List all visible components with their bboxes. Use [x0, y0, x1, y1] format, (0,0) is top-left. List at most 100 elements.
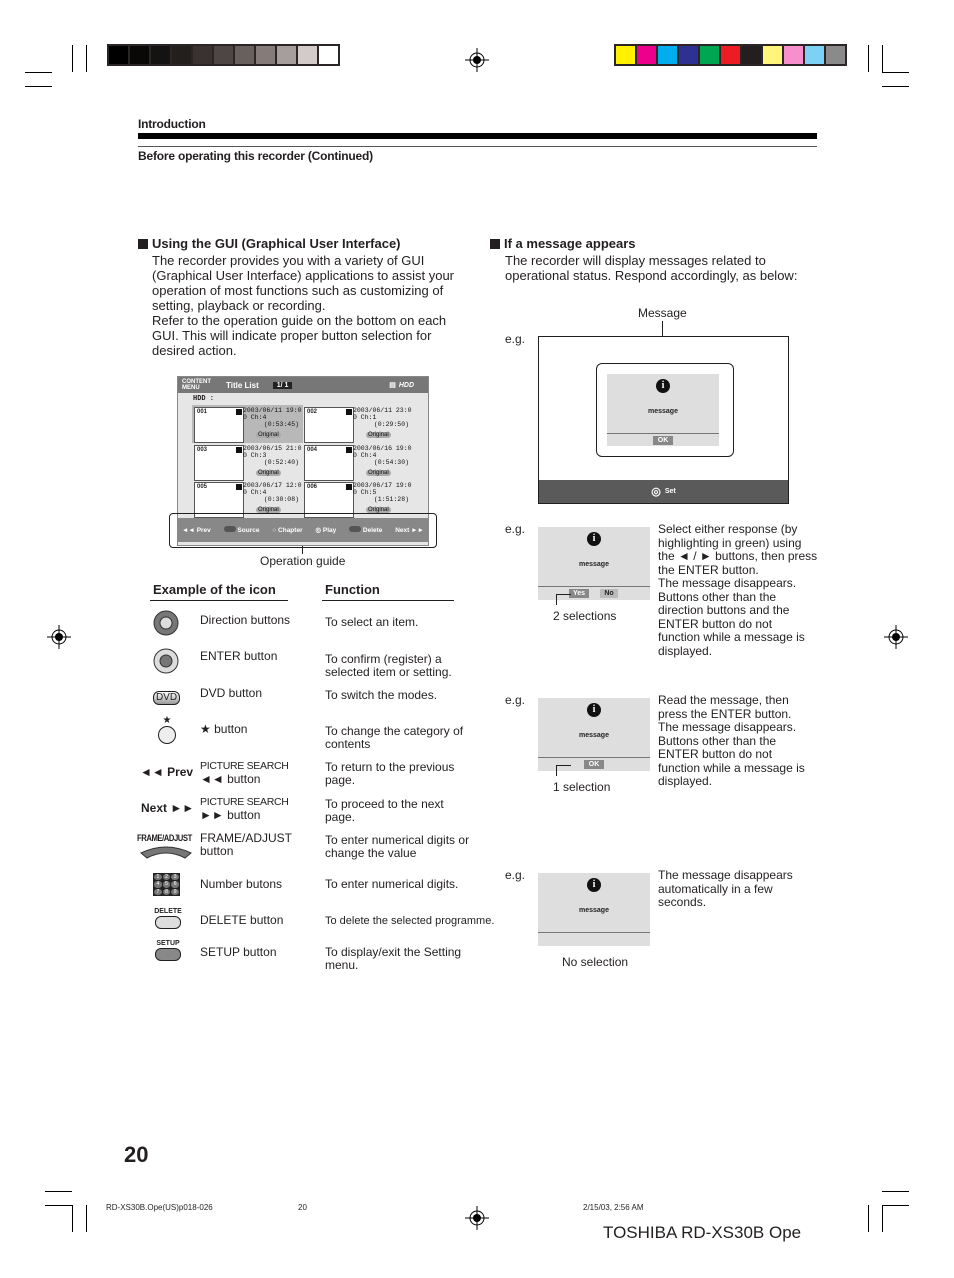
number-key: 8 [162, 888, 171, 895]
title-info: 2003/06/17 19:0 0 Ch:5 (1:51:28) [353, 482, 412, 503]
title-info: 2003/06/11 19:0 0 Ch:4 (0:53:45) [243, 407, 302, 428]
operation-guide-caption: Operation guide [260, 554, 346, 568]
number-key: 7 [154, 888, 162, 895]
crop-mark [45, 1205, 72, 1206]
message-text: message [579, 907, 609, 914]
text-line: the ◄ / ► buttons, then press [658, 549, 818, 563]
original-badge: Original [366, 432, 391, 438]
function-description: To confirm (register) a selected item or … [325, 653, 452, 678]
title-duration: (0:29:50) [373, 421, 409, 428]
number-key: 5 [162, 881, 171, 888]
page-indicator: 1/ 1 [272, 381, 293, 389]
title-thumbnail[interactable]: 001 [194, 407, 244, 443]
number-key: 9 [171, 888, 179, 895]
icon-label-line: ►► button [200, 808, 261, 822]
enter-pad-icon: ◎ [651, 486, 661, 498]
title-number: 004 [307, 447, 318, 453]
function-line: To display/exit the Setting [325, 945, 462, 959]
no-button[interactable]: No [600, 589, 618, 598]
round-button-shape [158, 726, 176, 744]
icon-label: FRAME/ADJUST button [200, 832, 292, 858]
eg-label: e.g. [505, 522, 526, 536]
crop-mark [86, 1205, 87, 1232]
info-icon: i [587, 703, 601, 717]
text-line: desired action. [152, 343, 237, 358]
title-list-title: Title List [226, 380, 259, 390]
icon-label: DELETE button [200, 914, 283, 927]
function-description: To delete the selected programme. [325, 915, 494, 928]
function-line: To proceed to the next [325, 797, 444, 811]
title-info: 2003/06/15 21:0 0 Ch:3 (0:52:40) [243, 445, 302, 466]
icon-label: Number butons [200, 878, 282, 891]
function-description: To select an item. [325, 616, 418, 629]
yes-button[interactable]: Yes [569, 589, 589, 598]
color-swatch [319, 46, 338, 64]
ok-button[interactable]: OK [653, 436, 673, 445]
function-line: page. [325, 772, 356, 787]
title-thumbnail[interactable]: 002 [304, 407, 354, 443]
registration-mark-icon [47, 625, 71, 649]
title-thumbnail[interactable]: 004 [304, 445, 354, 481]
selection-caption: 1 selection [553, 780, 611, 794]
callout-line [302, 546, 303, 554]
frame-adjust-icon: FRAME/ADJUST [137, 833, 197, 864]
setup-label: SETUP [156, 940, 180, 947]
protect-icon [346, 447, 352, 453]
bullet-square-icon [138, 238, 148, 249]
message-section-title-text: If a message appears [504, 236, 636, 251]
crop-mark [72, 45, 73, 72]
function-line: To change the category of [325, 724, 464, 738]
message-text: message [579, 561, 609, 568]
icon-label: DVD button [200, 687, 262, 700]
frame-adjust-label: FRAME/ADJUST [137, 833, 192, 843]
operation-guide-bracket [169, 513, 437, 548]
text-line: direction buttons and the [658, 603, 790, 617]
function-description: To change the category of contents [325, 725, 463, 750]
crop-mark [72, 1205, 73, 1232]
color-swatch [700, 46, 719, 64]
text-line: The recorder will display messages relat… [505, 253, 766, 268]
function-description: To switch the modes. [325, 689, 437, 702]
color-swatch [637, 46, 656, 64]
title-duration: (0:53:45) [263, 421, 299, 428]
footer-file-name: RD-XS30B.Ope(US)p018-026 [106, 1203, 213, 1212]
color-swatch [742, 46, 761, 64]
bullet-square-icon [490, 238, 500, 249]
source-label: HDD : [193, 395, 215, 403]
title-channel: 0 Ch:4 [243, 414, 267, 421]
message-text: message [579, 732, 609, 739]
device-label: HDD [398, 381, 414, 389]
dialog-separator [538, 932, 650, 933]
registration-mark-icon [465, 48, 489, 72]
number-buttons-icon: 123 456 789 [153, 873, 180, 896]
icon-label: ENTER button [200, 650, 277, 663]
title-date: 2003/06/11 23:0 [353, 407, 412, 414]
message-dialog: i message [538, 873, 650, 946]
title-date: 2003/06/16 19:0 [353, 445, 412, 452]
function-description: To enter numerical digits. [325, 878, 458, 891]
function-line: page. [325, 809, 356, 824]
number-key: 2 [162, 874, 171, 881]
color-swatch [277, 46, 296, 64]
function-line: To delete the selected programme. [325, 915, 495, 927]
function-line: To select an item. [325, 615, 419, 629]
crop-mark [868, 45, 869, 72]
registration-mark-icon [884, 625, 908, 649]
color-swatch [109, 46, 128, 64]
prev-icon: ◄◄ Prev [140, 765, 194, 779]
title-date: 2003/06/11 19:0 [243, 407, 302, 414]
title-number: 005 [197, 484, 208, 490]
grayscale-color-bar [107, 44, 340, 66]
color-swatch [235, 46, 254, 64]
title-duration: (1:51:28) [373, 496, 409, 503]
color-swatch [172, 46, 191, 64]
callout-line [556, 594, 571, 605]
title-duration: (0:30:08) [263, 496, 299, 503]
title-thumbnail[interactable]: 003 [194, 445, 244, 481]
gui-section-title: Using the GUI (Graphical User Interface) [138, 236, 401, 251]
screen-guide-bar: ◎ Set [539, 480, 788, 503]
content-menu-logo: CONTENT MENU [182, 379, 211, 391]
function-line: To enter numerical digits. [325, 877, 459, 891]
ok-button[interactable]: OK [584, 760, 604, 769]
gui-section-paragraph: The recorder provides you with a variety… [152, 253, 472, 358]
